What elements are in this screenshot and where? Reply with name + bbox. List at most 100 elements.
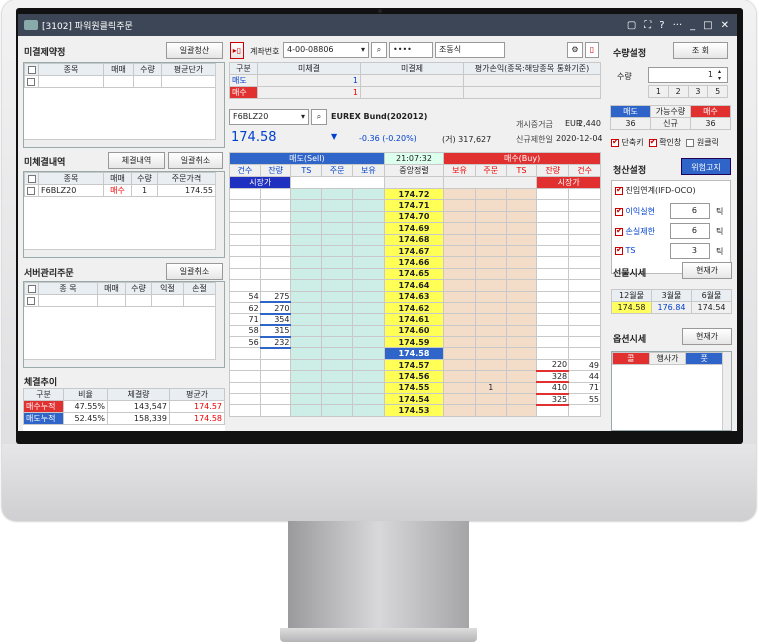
buy-ts[interactable] (505, 244, 538, 258)
dec-price[interactable]: 174.58 (611, 301, 652, 314)
buy-order[interactable] (474, 267, 507, 281)
qty-stepper[interactable]: ▴ ▾ (718, 68, 721, 82)
preset-5-button[interactable]: 5 (707, 85, 728, 98)
buy-order[interactable] (474, 370, 507, 383)
sell-ts[interactable] (290, 336, 323, 349)
mar-price[interactable]: 176.84 (651, 301, 692, 314)
sell-ts[interactable] (290, 199, 323, 212)
close-icon[interactable]: ✕ (721, 20, 729, 31)
orderbook-row[interactable]: 174.58 (229, 347, 601, 360)
buy-order[interactable] (474, 187, 507, 201)
orderbook-row[interactable]: 174.66 (229, 256, 601, 269)
buy-order[interactable] (474, 324, 507, 338)
sell-order[interactable] (321, 256, 353, 269)
orderbook-row[interactable]: 54 275 174.63 (229, 290, 601, 304)
sell-order[interactable] (321, 267, 353, 281)
exit-icon[interactable]: ▯ (585, 42, 599, 58)
sell-ts[interactable] (290, 244, 323, 258)
price-cell[interactable]: 174.65 (383, 267, 445, 281)
qty-input[interactable]: 1 (648, 67, 728, 83)
sell-hold[interactable] (351, 404, 385, 417)
price-cell[interactable]: 174.64 (383, 279, 445, 292)
orderbook-row[interactable]: 174.57 220 49 (229, 358, 601, 372)
sell-market-button[interactable]: 시장가 (228, 176, 292, 189)
sell-ts[interactable] (290, 279, 323, 292)
orderbook-row[interactable]: 174.68 (229, 233, 601, 246)
sell-order[interactable] (321, 324, 353, 338)
sell-ts[interactable] (290, 233, 323, 246)
vertical-scrollbar[interactable] (215, 172, 224, 257)
buy-order[interactable] (474, 347, 507, 360)
sell-ts[interactable] (290, 381, 323, 395)
select-all-checkbox[interactable] (27, 174, 36, 183)
row-checkbox[interactable] (27, 186, 35, 195)
sell-hold[interactable] (351, 222, 385, 235)
buy-hold[interactable] (443, 324, 476, 338)
buy-hold[interactable] (443, 347, 476, 360)
minimize-icon[interactable]: _ (690, 20, 695, 31)
vertical-scrollbar[interactable] (215, 63, 224, 147)
row-checkbox[interactable] (27, 296, 35, 305)
price-cell[interactable]: 174.66 (383, 256, 445, 269)
price-cell[interactable]: 174.53 (383, 404, 445, 417)
sell-hold[interactable] (351, 370, 385, 383)
preset-1-button[interactable]: 1 (648, 85, 669, 98)
orderbook-row[interactable]: 174.64 (229, 279, 601, 292)
buy-hold[interactable] (443, 290, 476, 303)
orderbook-row[interactable]: 174.69 (229, 222, 601, 235)
horizontal-scrollbar[interactable] (24, 139, 216, 147)
sell-hold[interactable] (351, 301, 385, 315)
buy-order[interactable] (474, 244, 507, 258)
oneclick-checkbox[interactable]: 원클릭 (686, 137, 719, 148)
sell-order[interactable] (321, 187, 353, 201)
preset-3-button[interactable]: 3 (687, 85, 709, 98)
sell-order[interactable] (321, 290, 353, 303)
horizontal-scrollbar[interactable] (24, 359, 216, 367)
buy-order[interactable] (474, 393, 507, 406)
buy-hold[interactable] (443, 393, 476, 406)
liquidate-all-button[interactable]: 일괄청산 (166, 42, 223, 59)
sell-hold[interactable] (351, 233, 385, 246)
buy-hold[interactable] (443, 336, 476, 349)
options-price-button[interactable]: 현재가 (682, 328, 732, 345)
select-all-checkbox[interactable] (27, 65, 36, 74)
sell-ts[interactable] (290, 404, 323, 417)
buy-order[interactable] (474, 210, 507, 224)
sell-ts[interactable] (290, 347, 323, 360)
sell-order[interactable] (321, 279, 353, 292)
ts-checkbox[interactable]: TS (615, 245, 636, 255)
take-profit-checkbox[interactable]: 이익실현 (615, 206, 655, 217)
sell-order[interactable] (321, 336, 353, 349)
buy-order[interactable] (474, 313, 507, 326)
buy-ts[interactable] (505, 324, 538, 338)
price-cell[interactable]: 174.54 (383, 393, 445, 406)
sell-order[interactable] (321, 301, 353, 315)
buy-ts[interactable] (505, 358, 538, 372)
search-icon[interactable]: ⌕ (371, 42, 387, 58)
price-cell[interactable]: 174.72 (383, 187, 445, 201)
preset-2-button[interactable]: 2 (667, 85, 689, 98)
buy-ts[interactable] (505, 301, 538, 315)
vertical-scrollbar[interactable] (215, 282, 224, 367)
buy-ts[interactable] (505, 210, 538, 224)
account-select[interactable]: 4-00-08806 ▾ (283, 42, 369, 58)
ts-input[interactable]: 3 (670, 243, 710, 259)
sell-hold[interactable] (351, 187, 385, 201)
sell-ts[interactable] (290, 267, 323, 281)
cancel-all-button[interactable]: 일괄취소 (168, 152, 223, 169)
buy-ts[interactable] (505, 313, 538, 326)
buy-hold[interactable] (443, 210, 476, 224)
expand-icon[interactable]: ⛶ (644, 20, 651, 31)
price-cell[interactable]: 174.55 (383, 381, 445, 395)
orderbook-row[interactable]: 174.55 1 410 71 (229, 381, 601, 395)
price-cell[interactable]: 174.71 (383, 199, 445, 212)
sell-order[interactable] (321, 313, 353, 326)
sell-hold[interactable] (351, 199, 385, 212)
sell-hold[interactable] (351, 267, 385, 281)
maximize-icon[interactable]: □ (703, 20, 712, 31)
price-cell[interactable]: 174.63 (383, 290, 445, 303)
sell-ts[interactable] (290, 222, 323, 235)
buy-order[interactable]: 1 (474, 381, 507, 395)
stop-loss-checkbox[interactable]: 손실제한 (615, 226, 655, 237)
buy-ts[interactable] (505, 404, 538, 417)
